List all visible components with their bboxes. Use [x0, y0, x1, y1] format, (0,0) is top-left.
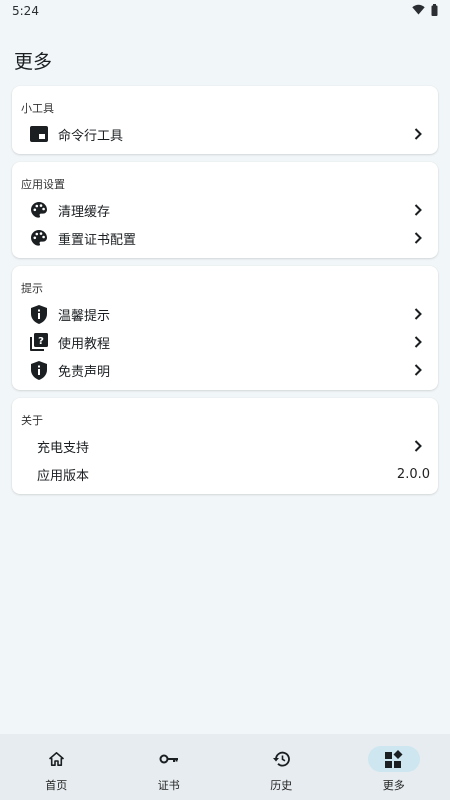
shield-info-icon: [29, 304, 49, 324]
tools-card: 小工具 命令行工具: [12, 86, 438, 154]
chevron-right-icon: [410, 306, 426, 322]
palette-icon: [29, 228, 49, 248]
battery-icon: [431, 3, 438, 19]
settings-card: 应用设置 清理缓存 重置证书配置: [12, 162, 438, 258]
nav-label: 更多: [382, 779, 405, 792]
wifi-icon: [412, 4, 425, 18]
item-label: 充电支持: [37, 440, 90, 456]
tutorial-item[interactable]: ? 使用教程: [12, 328, 438, 356]
clear-cache-item[interactable]: 清理缓存: [12, 196, 438, 224]
nav-history[interactable]: 历史: [225, 734, 338, 800]
disclaimer-item[interactable]: 免责声明: [12, 356, 438, 384]
item-label: 命令行工具: [58, 128, 124, 144]
home-icon: [30, 746, 82, 772]
command-line-tool-item[interactable]: 命令行工具: [12, 120, 438, 148]
section-title: 提示: [21, 282, 43, 295]
app-version-value: 2.0.0: [396, 466, 430, 482]
nav-label: 首页: [45, 779, 68, 792]
nav-label: 历史: [270, 779, 293, 792]
item-label: 应用版本: [37, 468, 90, 484]
history-icon: [255, 746, 307, 772]
chevron-right-icon: [410, 334, 426, 350]
section-title: 小工具: [21, 102, 54, 115]
item-label: 重置证书配置: [58, 232, 137, 248]
svg-text:?: ?: [38, 336, 44, 347]
chevron-right-icon: [410, 230, 426, 246]
page-title: 更多: [14, 50, 53, 73]
chevron-right-icon: [410, 126, 426, 142]
shield-info-icon: [29, 360, 49, 380]
tips-card: 提示 温馨提示 ? 使用教程 免责声明: [12, 266, 438, 390]
palette-icon: [29, 200, 49, 220]
status-icons: [412, 3, 438, 19]
item-label: 清理缓存: [58, 204, 111, 220]
bottom-navigation: 首页 证书 历史 更多: [0, 734, 450, 800]
about-card: 关于 充电支持 应用版本 2.0.0: [12, 398, 438, 494]
warm-tips-item[interactable]: 温馨提示: [12, 300, 438, 328]
nav-more[interactable]: 更多: [338, 734, 450, 800]
status-bar: 5:24: [0, 0, 450, 22]
nav-certificate[interactable]: 证书: [113, 734, 226, 800]
chevron-right-icon: [410, 438, 426, 454]
status-time: 5:24: [12, 4, 39, 18]
item-label: 使用教程: [58, 336, 111, 352]
item-label: 免责声明: [58, 364, 111, 380]
key-icon: [143, 746, 195, 772]
item-label: 温馨提示: [58, 308, 111, 324]
nav-label: 证书: [157, 779, 180, 792]
reset-certificate-config-item[interactable]: 重置证书配置: [12, 224, 438, 252]
section-title: 关于: [21, 414, 43, 427]
widgets-icon: [367, 746, 420, 772]
section-title: 应用设置: [21, 178, 65, 191]
app-version-item: 应用版本 2.0.0: [12, 460, 438, 488]
nav-home[interactable]: 首页: [0, 734, 113, 800]
help-book-icon: ?: [29, 332, 49, 352]
charging-support-item[interactable]: 充电支持: [12, 432, 438, 460]
chevron-right-icon: [410, 362, 426, 378]
chevron-right-icon: [410, 202, 426, 218]
terminal-window-icon: [29, 124, 49, 144]
